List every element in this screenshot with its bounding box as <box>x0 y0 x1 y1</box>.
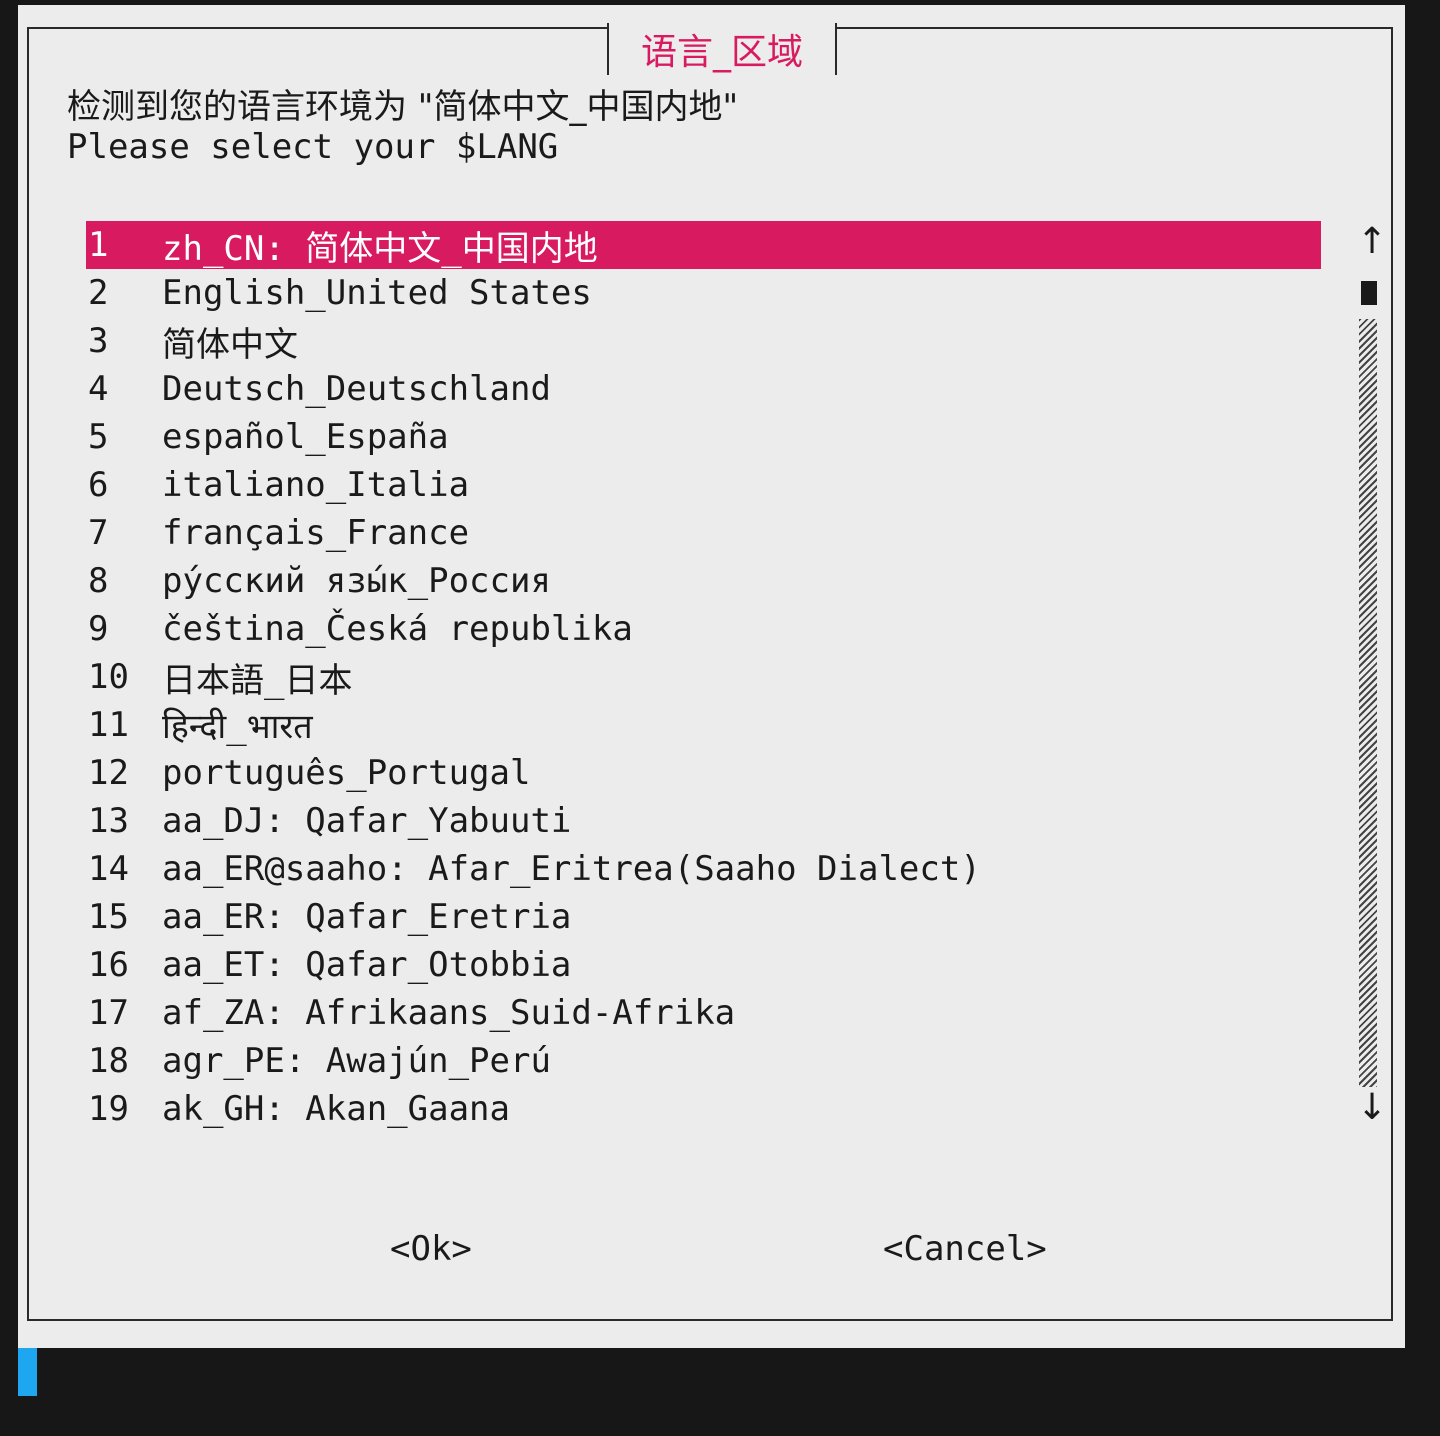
list-item[interactable]: 6 italiano_Italia <box>86 461 1321 509</box>
list-item[interactable]: 16 aa_ET: Qafar_Otobbia <box>86 941 1321 989</box>
list-item-label: 日本語_日本 <box>162 660 353 701</box>
list-item-number: 7 <box>88 513 109 553</box>
scrollbar[interactable]: ↑ ↓ <box>1357 221 1387 1135</box>
list-item-number: 14 <box>88 849 129 889</box>
list-item[interactable]: 11 हिन्दी_भारत <box>86 701 1321 749</box>
list-item-label: čeština_Česká republika <box>162 609 633 649</box>
locale-list: 1 zh_CN: 简体中文_中国内地 2 English_United States 3… <box>86 221 1321 1133</box>
list-item-number: 5 <box>88 417 109 457</box>
list-item-number: 12 <box>88 753 129 793</box>
list-item-label: aa_ER@saaho: Afar_Eritrea(Saaho Dialect) <box>162 849 981 889</box>
list-item-number: 11 <box>88 705 129 745</box>
list-item[interactable]: 5 español_España <box>86 413 1321 461</box>
scroll-track[interactable] <box>1359 319 1377 1087</box>
list-item-label: ру́сский язы́к_Россия <box>162 561 551 601</box>
list-item-label: français_France <box>162 513 470 553</box>
list-item[interactable]: 9 čeština_Česká republika <box>86 605 1321 653</box>
list-item-number: 2 <box>88 273 109 313</box>
select-lang-prompt: Please select your $LANG <box>67 127 559 167</box>
list-item-number: 1 <box>88 225 109 265</box>
arrow-down-icon[interactable]: ↓ <box>1357 1087 1387 1128</box>
list-item-number: 13 <box>88 801 129 841</box>
list-item[interactable]: 17 af_ZA: Afrikaans_Suid-Afrika <box>86 989 1321 1037</box>
list-item[interactable]: 12 português_Portugal <box>86 749 1321 797</box>
list-item-number: 3 <box>88 321 109 361</box>
list-item-number: 19 <box>88 1089 129 1129</box>
list-item-label: aa_DJ: Qafar_Yabuuti <box>162 801 572 841</box>
dialog-title: 语言_区域 <box>607 23 837 75</box>
list-item-label: aa_ER: Qafar_Eretria <box>162 897 572 937</box>
list-item[interactable]: 14 aa_ER@saaho: Afar_Eritrea(Saaho Dialec… <box>86 845 1321 893</box>
list-item[interactable]: 4 Deutsch_Deutschland <box>86 365 1321 413</box>
list-item-label: हिन्दी_भारत <box>162 707 313 747</box>
terminal-cursor <box>18 1348 37 1396</box>
list-item-label: agr_PE: Awajún_Perú <box>162 1041 551 1081</box>
arrow-up-icon[interactable]: ↑ <box>1357 221 1387 262</box>
list-item-label: Deutsch_Deutschland <box>162 369 551 409</box>
detected-locale-message: 检测到您的语言环境为 "简体中文_中国内地" <box>67 87 739 127</box>
ok-button[interactable]: <Ok> <box>390 1229 472 1269</box>
cancel-button[interactable]: <Cancel> <box>883 1229 1047 1269</box>
list-item[interactable]: 7 français_France <box>86 509 1321 557</box>
list-item-label: 简体中文 <box>162 324 298 365</box>
list-item[interactable]: 19 ak_GH: Akan_Gaana <box>86 1085 1321 1133</box>
locale-dialog: 语言_区域 检测到您的语言环境为 "简体中文_中国内地" Please sele… <box>18 5 1405 1348</box>
list-item-label: zh_CN: 简体中文_中国内地 <box>162 228 598 269</box>
list-item-label: aa_ET: Qafar_Otobbia <box>162 945 572 985</box>
list-item[interactable]: 18 agr_PE: Awajún_Perú <box>86 1037 1321 1085</box>
list-item-number: 8 <box>88 561 109 601</box>
list-item-number: 4 <box>88 369 109 409</box>
list-item-number: 18 <box>88 1041 129 1081</box>
list-item-label: português_Portugal <box>162 753 531 793</box>
list-item-number: 17 <box>88 993 129 1033</box>
list-item[interactable]: 3 简体中文 <box>86 317 1321 365</box>
list-item-label: English_United States <box>162 273 592 313</box>
list-item-label: af_ZA: Afrikaans_Suid-Afrika <box>162 993 736 1033</box>
list-item-number: 16 <box>88 945 129 985</box>
list-item-number: 9 <box>88 609 109 649</box>
list-item-number: 6 <box>88 465 109 505</box>
list-item[interactable]: 8 ру́сский язы́к_Россия <box>86 557 1321 605</box>
list-item[interactable]: 13 aa_DJ: Qafar_Yabuuti <box>86 797 1321 845</box>
scroll-thumb[interactable] <box>1361 281 1377 305</box>
list-item[interactable]: 2 English_United States <box>86 269 1321 317</box>
list-item-number: 15 <box>88 897 129 937</box>
dialog-frame: 语言_区域 检测到您的语言环境为 "简体中文_中国内地" Please sele… <box>27 23 1393 1321</box>
list-item-label: ak_GH: Akan_Gaana <box>162 1089 510 1129</box>
list-item-label: italiano_Italia <box>162 465 470 505</box>
list-item[interactable]: 15 aa_ER: Qafar_Eretria <box>86 893 1321 941</box>
list-item[interactable]: 1 zh_CN: 简体中文_中国内地 <box>86 221 1321 269</box>
list-item-label: español_España <box>162 417 449 457</box>
list-item-number: 10 <box>88 657 129 697</box>
list-item[interactable]: 10 日本語_日本 <box>86 653 1321 701</box>
